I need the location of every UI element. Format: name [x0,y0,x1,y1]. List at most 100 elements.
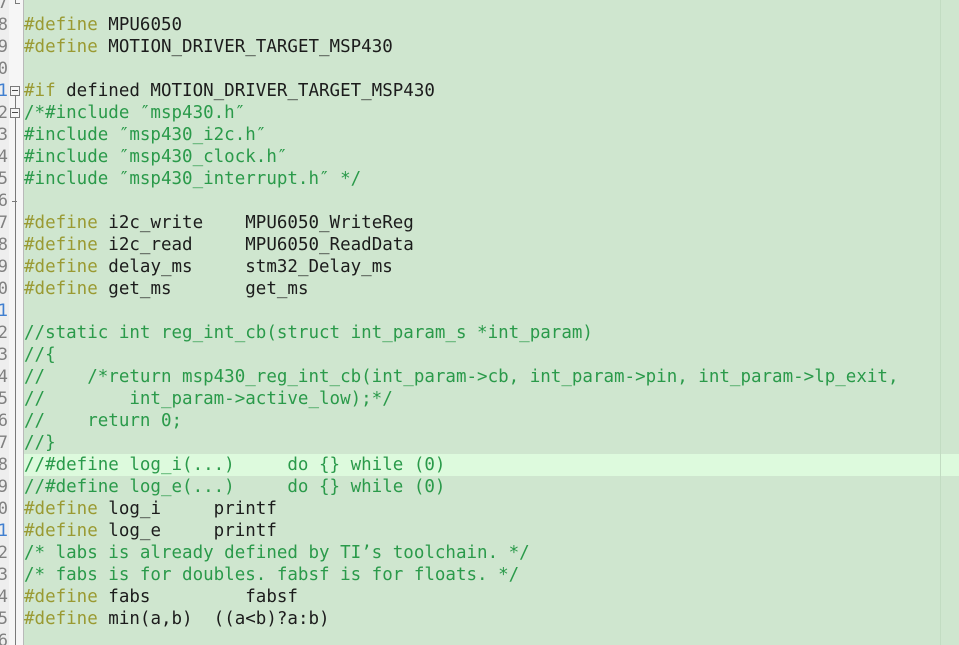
code-line[interactable]: #include ″msp430_i2c.h″ [24,124,959,146]
fold-collapse-box[interactable] [10,108,20,118]
token-plain: fabs fabsf [97,587,298,607]
line-number: 439 [0,37,8,57]
token-pre: #define [24,37,98,57]
code-line[interactable]: #define i2c_write MPU6050_WriteReg [24,212,959,234]
fold-end-stem [15,0,16,4]
line-number: 449 [0,257,8,277]
code-text-area[interactable]: #define MPU6050 #define MOTION_DRIVER_TAR… [24,0,959,645]
code-line[interactable]: #define log_i printf [24,498,959,520]
line-number: 460 [0,499,8,519]
token-pre: #define [24,499,98,519]
token-pre: #define [24,235,98,255]
line-number: 455 [0,389,8,409]
token-comment: #include ″msp430_clock.h″ [24,147,288,167]
token-plain: i2c_read MPU6050_ReadData [97,235,414,255]
token-comment: /* labs is already defined by TI’s toolc… [24,543,530,563]
token-pre: #define [24,15,98,35]
code-line[interactable]: #define fabs fabsf [24,586,959,608]
code-line[interactable]: #define min(a,b) ((a<b)?a:b) [24,608,959,630]
code-line[interactable]: #define get_ms get_ms [24,278,959,300]
line-number: 456 [0,411,8,431]
line-number: 444 [0,147,8,167]
line-number: 458 [0,455,8,475]
token-comment: //} [24,433,56,453]
line-number: 463 [0,565,8,585]
token-comment: // int_param->active_low);*/ [24,389,393,409]
token-plain: min(a,b) ((a<b)?a:b) [97,609,330,629]
line-number: 443 [0,125,8,145]
token-pre: #define [24,609,98,629]
fold-vertical-connector [15,96,16,108]
line-number: 438 [0,15,8,35]
token-comment: //#define log_i(...) do {} while (0) [24,455,446,475]
token-plain: MOTION_DRIVER_TARGET_MSP430 [97,37,393,57]
token-comment: #include ″msp430_i2c.h″ [24,125,267,145]
code-line[interactable]: //static int reg_int_cb(struct int_param… [24,322,959,344]
line-number: 446 [0,191,8,211]
fold-collapse-box[interactable] [10,86,20,96]
code-line[interactable] [24,190,959,212]
fold-vertical-connector [15,118,16,645]
code-line[interactable]: //#define log_e(...) do {} while (0) [24,476,959,498]
code-line[interactable] [24,300,959,322]
code-line[interactable] [24,58,959,80]
code-editor[interactable]: 437 438 439 440 441 442 443 444 445 446 447 448 449 4… [0,0,959,645]
line-number: 451 [0,301,8,321]
code-line[interactable]: // return 0; [24,410,959,432]
token-pre: #if [24,81,56,101]
right-margin-guide [940,0,941,645]
token-comment: /*#include ″msp430.h″ [24,103,246,123]
token-plain: i2c_write MPU6050_WriteReg [97,213,414,233]
token-pre: #define [24,279,98,299]
code-line[interactable]: //#define log_i(...) do {} while (0) [24,454,959,476]
line-number: 462 [0,543,8,563]
code-line[interactable]: /* fabs is for doubles. fabsf is for flo… [24,564,959,586]
line-number: 461 [0,521,8,541]
line-number: 457 [0,433,8,453]
code-line[interactable]: #if defined MOTION_DRIVER_TARGET_MSP430 [24,80,959,102]
token-pre: #define [24,257,98,277]
token-pre: #define [24,587,98,607]
code-line[interactable]: #define log_e printf [24,520,959,542]
token-comment: //static int reg_int_cb(struct int_param… [24,323,593,343]
code-folding-margin[interactable] [9,0,24,645]
code-line[interactable]: //{ [24,344,959,366]
code-line[interactable]: #include ″msp430_clock.h″ [24,146,959,168]
code-line[interactable]: #include ″msp430_interrupt.h″ */ [24,168,959,190]
token-plain: defined MOTION_DRIVER_TARGET_MSP430 [55,81,435,101]
token-pre: #define [24,213,98,233]
code-line[interactable]: /* labs is already defined by TI’s toolc… [24,542,959,564]
code-line[interactable] [24,0,959,14]
token-comment: //#define log_e(...) do {} while (0) [24,477,446,497]
line-number: 437 [0,0,8,13]
code-line[interactable]: #define MOTION_DRIVER_TARGET_MSP430 [24,36,959,58]
code-line[interactable]: //} [24,432,959,454]
token-comment: // return 0; [24,411,183,431]
line-number: 442 [0,103,8,123]
token-comment: // /*return msp430_reg_int_cb(int_param-… [24,367,899,387]
line-number: 453 [0,345,8,365]
line-number: 454 [0,367,8,387]
line-number: 464 [0,587,8,607]
line-number: 441 [0,81,8,101]
code-line[interactable]: #define i2c_read MPU6050_ReadData [24,234,959,256]
line-number: 465 [0,609,8,629]
line-number-gutter[interactable]: 437 438 439 440 441 442 443 444 445 446 447 448 449 4… [0,0,9,645]
line-number: 452 [0,323,8,343]
token-comment: /* fabs is for doubles. fabsf is for flo… [24,565,520,585]
code-line[interactable]: #define MPU6050 [24,14,959,36]
code-line[interactable]: // int_param->active_low);*/ [24,388,959,410]
token-comment: //{ [24,345,56,365]
token-comment: #include ″msp430_interrupt.h″ */ [24,169,362,189]
line-number: 440 [0,59,8,79]
code-line[interactable]: // /*return msp430_reg_int_cb(int_param-… [24,366,959,388]
code-line[interactable]: /*#include ″msp430.h″ [24,102,959,124]
code-line[interactable]: #define delay_ms stm32_Delay_ms [24,256,959,278]
line-number: 447 [0,213,8,233]
token-plain: MPU6050 [97,15,183,35]
token-plain: get_ms get_ms [97,279,309,299]
code-line[interactable] [24,630,959,645]
token-pre: #define [24,521,98,541]
line-number: 448 [0,235,8,255]
token-plain: log_i printf [97,499,277,519]
